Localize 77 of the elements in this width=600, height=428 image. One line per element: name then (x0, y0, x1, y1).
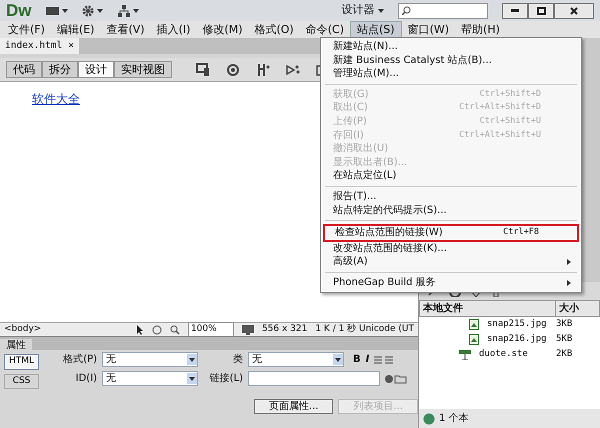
menu-item[interactable]: 帮助(H) (455, 22, 506, 37)
view-button[interactable]: 实时视图 (114, 61, 172, 78)
file-size: 5KB (556, 332, 574, 346)
page-properties-button[interactable]: 页面属性... (254, 399, 334, 414)
menu-item[interactable]: 命令(C) (300, 22, 350, 37)
tab-label: index.html (5, 39, 62, 53)
menu-item[interactable]: 新建站点(N)... (323, 40, 579, 54)
list-icon[interactable] (374, 354, 394, 364)
layout-icon[interactable] (46, 6, 68, 16)
dropdown-field[interactable]: 无 (102, 371, 198, 386)
menu-item[interactable]: 管理站点(M)... (323, 67, 579, 81)
pointer-icon[interactable] (136, 324, 144, 334)
italic-button[interactable]: I (366, 352, 370, 367)
folder-icon[interactable] (385, 374, 408, 384)
menu-item[interactable]: 新建 Business Catalyst 站点(B)... (323, 54, 579, 68)
close-button[interactable] (554, 2, 594, 18)
menu-item[interactable]: 编辑(E) (50, 22, 100, 37)
search-icon[interactable] (402, 6, 411, 15)
file-name[interactable]: duote.ste (479, 348, 556, 362)
menu-item[interactable]: 在站点定位(L) (323, 169, 579, 183)
menu-item[interactable]: 站点特定的代码提示(S)... (323, 204, 579, 218)
column-header: 本地文件 (422, 302, 464, 316)
app-logo: Dw (6, 0, 32, 20)
menu-item[interactable]: 检查站点范围的链接(W) Ctrl+F8 (323, 224, 579, 242)
image-file-icon[interactable] (469, 334, 479, 345)
file-size: 2KB (556, 348, 574, 361)
document-tab[interactable]: index.html × (0, 38, 79, 54)
maximize-button[interactable] (528, 2, 554, 18)
window-size-text: 556 x 321 (262, 322, 308, 336)
link-label: 链接(L) (208, 372, 244, 386)
zoom-icon[interactable] (170, 324, 180, 334)
menu-item[interactable]: PhoneGap Build 服务 (323, 276, 579, 290)
menu-item[interactable]: 格式(O) (248, 22, 300, 37)
menu-item[interactable]: 查看(V) (100, 22, 151, 37)
mode-button[interactable]: CSS (4, 374, 40, 389)
class-label: 类 (232, 352, 244, 367)
file-name[interactable]: snap215.jpg (487, 318, 556, 332)
mode-button[interactable]: HTML (4, 354, 40, 370)
search-field[interactable] (398, 2, 488, 18)
format-label: 格式(P) (62, 352, 98, 367)
image-file-icon[interactable] (469, 319, 479, 330)
site-file-icon[interactable] (459, 349, 471, 360)
menu-item[interactable]: 站点(S) (350, 21, 402, 38)
file-name[interactable]: snap216.jpg (487, 332, 556, 346)
menu-item[interactable]: 插入(I) (150, 22, 196, 37)
maximize-icon[interactable] (536, 6, 546, 14)
bold-button[interactable]: B (353, 352, 361, 367)
menu-item[interactable]: 高级(A) (323, 255, 579, 269)
menu-item[interactable]: 修改(M) (196, 22, 248, 37)
dropdown-field[interactable]: 无 (102, 352, 198, 367)
download-info-text: 1 K / 1 秒 Unicode (UT (315, 322, 414, 336)
menu-item[interactable]: 报告(T)... (323, 190, 579, 204)
file-status-text: 1 个本 (439, 412, 469, 426)
link-text[interactable]: 软件大全 (32, 92, 80, 106)
workspace-switcher[interactable]: 设计器 (342, 2, 384, 19)
file-size: 3KB (556, 318, 574, 331)
debug-icon[interactable] (286, 62, 300, 76)
devices-icon[interactable] (196, 62, 210, 76)
tab-close-button[interactable]: × (68, 38, 74, 54)
view-button[interactable]: 拆分 (42, 61, 78, 78)
view-button[interactable]: 设计 (78, 61, 114, 78)
close-icon[interactable] (570, 6, 578, 14)
menu-item[interactable]: 改变站点范围的链接(K)... (323, 242, 579, 256)
link-field[interactable] (248, 371, 380, 386)
menu-item[interactable]: 窗口(W) (402, 22, 456, 37)
tag-selector[interactable]: <body> (4, 322, 42, 336)
dropdown-field[interactable]: 无 (248, 352, 344, 367)
gear-icon[interactable] (82, 4, 104, 16)
minimize-button[interactable] (502, 2, 528, 18)
site-icon[interactable] (118, 4, 140, 16)
monitor-icon[interactable] (242, 324, 254, 334)
id-label: ID(I) (74, 372, 98, 386)
menu-item[interactable]: 文件(F) (2, 22, 51, 37)
target-icon[interactable] (226, 62, 240, 76)
panel-title: 属性 (0, 339, 32, 352)
view-button[interactable]: 代码 (6, 61, 42, 78)
column-header: 大小 (555, 301, 599, 316)
